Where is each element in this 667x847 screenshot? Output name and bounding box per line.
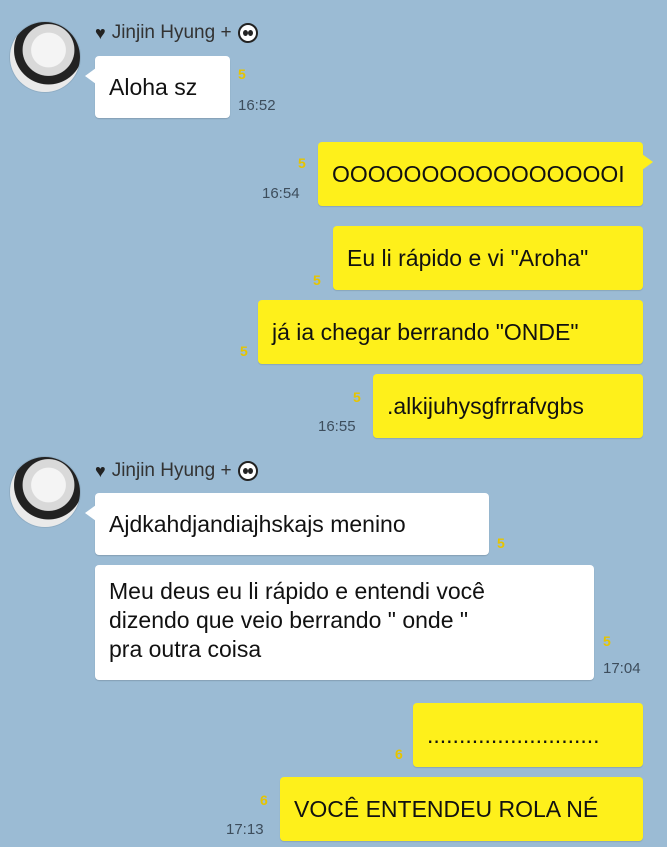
message-text-line: Meu deus eu li rápido e entendi você (109, 578, 485, 604)
message-time: 17:04 (603, 660, 641, 677)
message-text: OOOOOOOOOOOOOOOOI (332, 160, 625, 187)
panda-emoji-icon (237, 23, 258, 43)
message-bubble[interactable]: ........................... (413, 703, 643, 767)
message-bubble[interactable]: já ia chegar berrando "ONDE" (258, 300, 643, 364)
sender-name: Jinjin Hyung + (111, 22, 232, 43)
message-time: 16:54 (262, 185, 300, 202)
unread-count: 6 (260, 792, 268, 808)
message-text: .alkijuhysgfrrafvgbs (387, 392, 584, 419)
message-time: 16:55 (318, 418, 356, 435)
unread-count: 5 (298, 155, 306, 171)
message-text-line: pra outra coisa (109, 636, 262, 662)
message-text: Ajdkahdjandiajhskajs menino (109, 510, 406, 537)
message-time: 16:52 (238, 97, 276, 114)
unread-count: 5 (238, 66, 246, 82)
message-bubble[interactable]: Aloha sz (85, 56, 230, 118)
message-bubble[interactable]: Eu li rápido e vi "Aroha" (333, 226, 643, 290)
message-text: VOCÊ ENTENDEU ROLA NÉ (294, 795, 599, 822)
unread-count: 5 (313, 272, 321, 288)
unread-count: 5 (497, 535, 505, 551)
sender-name-row: ♥ Jinjin Hyung + (95, 460, 258, 482)
message-text-line: dizendo que veio berrando " onde " (109, 607, 469, 633)
heart-icon: ♥ (95, 460, 106, 481)
message-text: Aloha sz (109, 73, 198, 100)
sender-name-row: ♥ Jinjin Hyung + (95, 22, 258, 44)
message-text: já ia chegar berrando "ONDE" (272, 318, 579, 345)
message-bubble[interactable]: .alkijuhysgfrrafvgbs (373, 374, 643, 438)
heart-icon: ♥ (95, 22, 106, 43)
unread-count: 5 (603, 633, 611, 649)
message-text: Eu li rápido e vi "Aroha" (347, 244, 589, 271)
panda-emoji-icon (237, 461, 258, 481)
message-bubble[interactable]: VOCÊ ENTENDEU ROLA NÉ (280, 777, 643, 841)
sender-avatar[interactable] (10, 457, 80, 527)
unread-count: 5 (240, 343, 248, 359)
unread-count: 6 (395, 746, 403, 762)
message-bubble[interactable]: OOOOOOOOOOOOOOOOI (318, 142, 653, 206)
sender-name: Jinjin Hyung + (111, 460, 232, 481)
message-time: 17:13 (226, 821, 264, 838)
message-bubble[interactable]: Meu deus eu li rápido e entendi você diz… (95, 565, 594, 680)
message-text: ........................... (427, 721, 600, 748)
message-bubble[interactable]: Ajdkahdjandiajhskajs menino (85, 493, 489, 555)
unread-count: 5 (353, 389, 361, 405)
sender-avatar[interactable] (10, 22, 80, 92)
